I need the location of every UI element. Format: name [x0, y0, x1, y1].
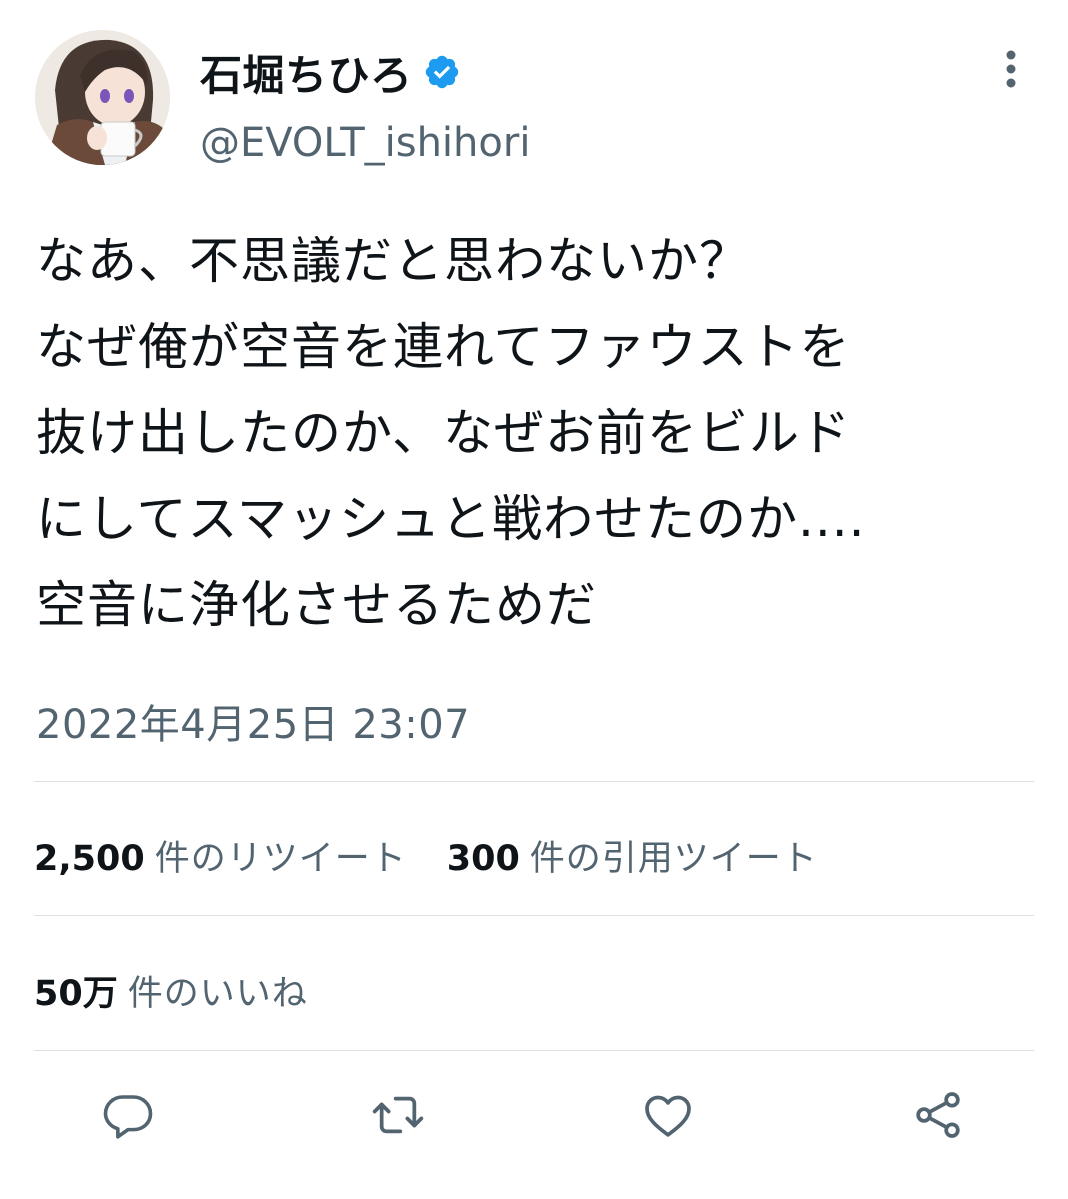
- retweet-quote-stats: 2,500 件のリツイート 300 件の引用ツイート: [34, 830, 818, 881]
- tweet-text: なあ、不思議だと思わないか？ なぜ俺が空音を連れてファウストを 抜け出したのか、…: [36, 232, 866, 634]
- verified-badge-icon: [423, 53, 461, 91]
- retweets-count[interactable]: 2,500: [34, 839, 145, 879]
- tweet-action-bar: [0, 1080, 1068, 1150]
- reply-icon: [103, 1095, 153, 1139]
- like-button[interactable]: [638, 1080, 698, 1150]
- retweets-label[interactable]: 件のリツイート: [155, 830, 407, 881]
- retweet-icon: [372, 1096, 424, 1134]
- likes-count[interactable]: 50万: [34, 965, 118, 1016]
- likes-stats: 50万 件のいいね: [34, 965, 308, 1016]
- user-handle[interactable]: @EVOLT_ishihori: [200, 120, 530, 166]
- retweet-button[interactable]: [368, 1080, 428, 1150]
- reply-button[interactable]: [98, 1080, 158, 1150]
- quotes-count[interactable]: 300: [447, 839, 520, 879]
- display-name[interactable]: 石堀ちひろ: [200, 42, 413, 103]
- avatar[interactable]: [35, 30, 170, 165]
- tweet-timestamp[interactable]: 2022年4月25日 23:07: [36, 692, 470, 750]
- share-button[interactable]: [908, 1080, 968, 1150]
- more-vertical-icon: [1006, 50, 1016, 88]
- divider: [34, 781, 1034, 782]
- quotes-label[interactable]: 件の引用ツイート: [530, 830, 818, 881]
- likes-label[interactable]: 件のいいね: [128, 965, 308, 1016]
- like-icon: [645, 1095, 691, 1137]
- share-icon: [916, 1092, 960, 1138]
- tweet-card: 石堀ちひろ @EVOLT_ishihori なあ、不思議だと思わないか？ なぜ俺…: [0, 0, 1068, 1199]
- more-options-button[interactable]: [990, 48, 1032, 90]
- author-name-row[interactable]: 石堀ちひろ: [200, 40, 461, 104]
- divider: [34, 915, 1034, 916]
- divider: [34, 1050, 1034, 1051]
- avatar-image: [35, 30, 170, 165]
